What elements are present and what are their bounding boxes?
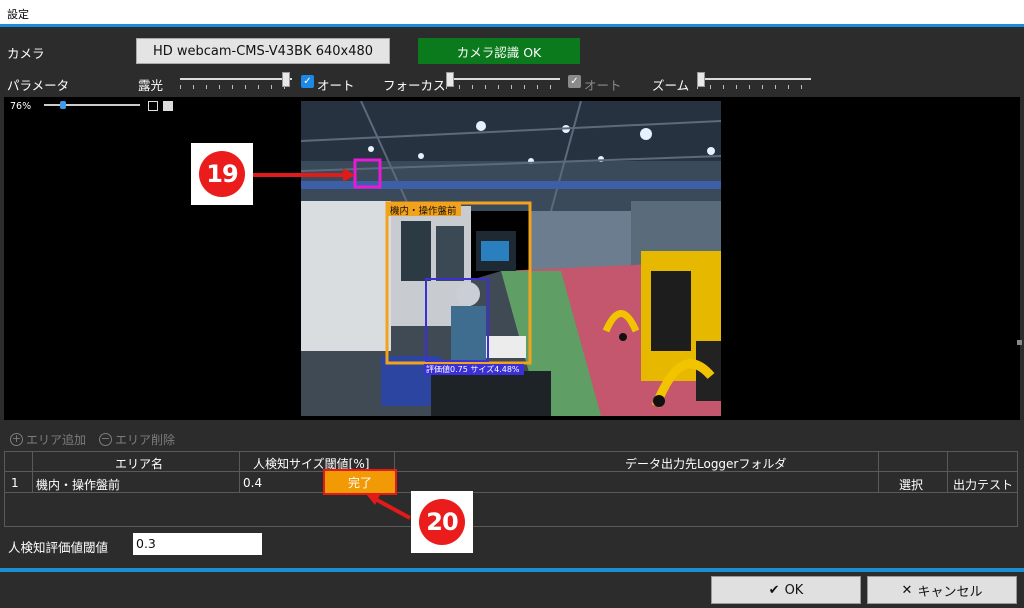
- scroll-indicator[interactable]: [1017, 340, 1022, 345]
- callout-arrows: [253, 168, 411, 520]
- callout-20-arrow: [376, 498, 411, 520]
